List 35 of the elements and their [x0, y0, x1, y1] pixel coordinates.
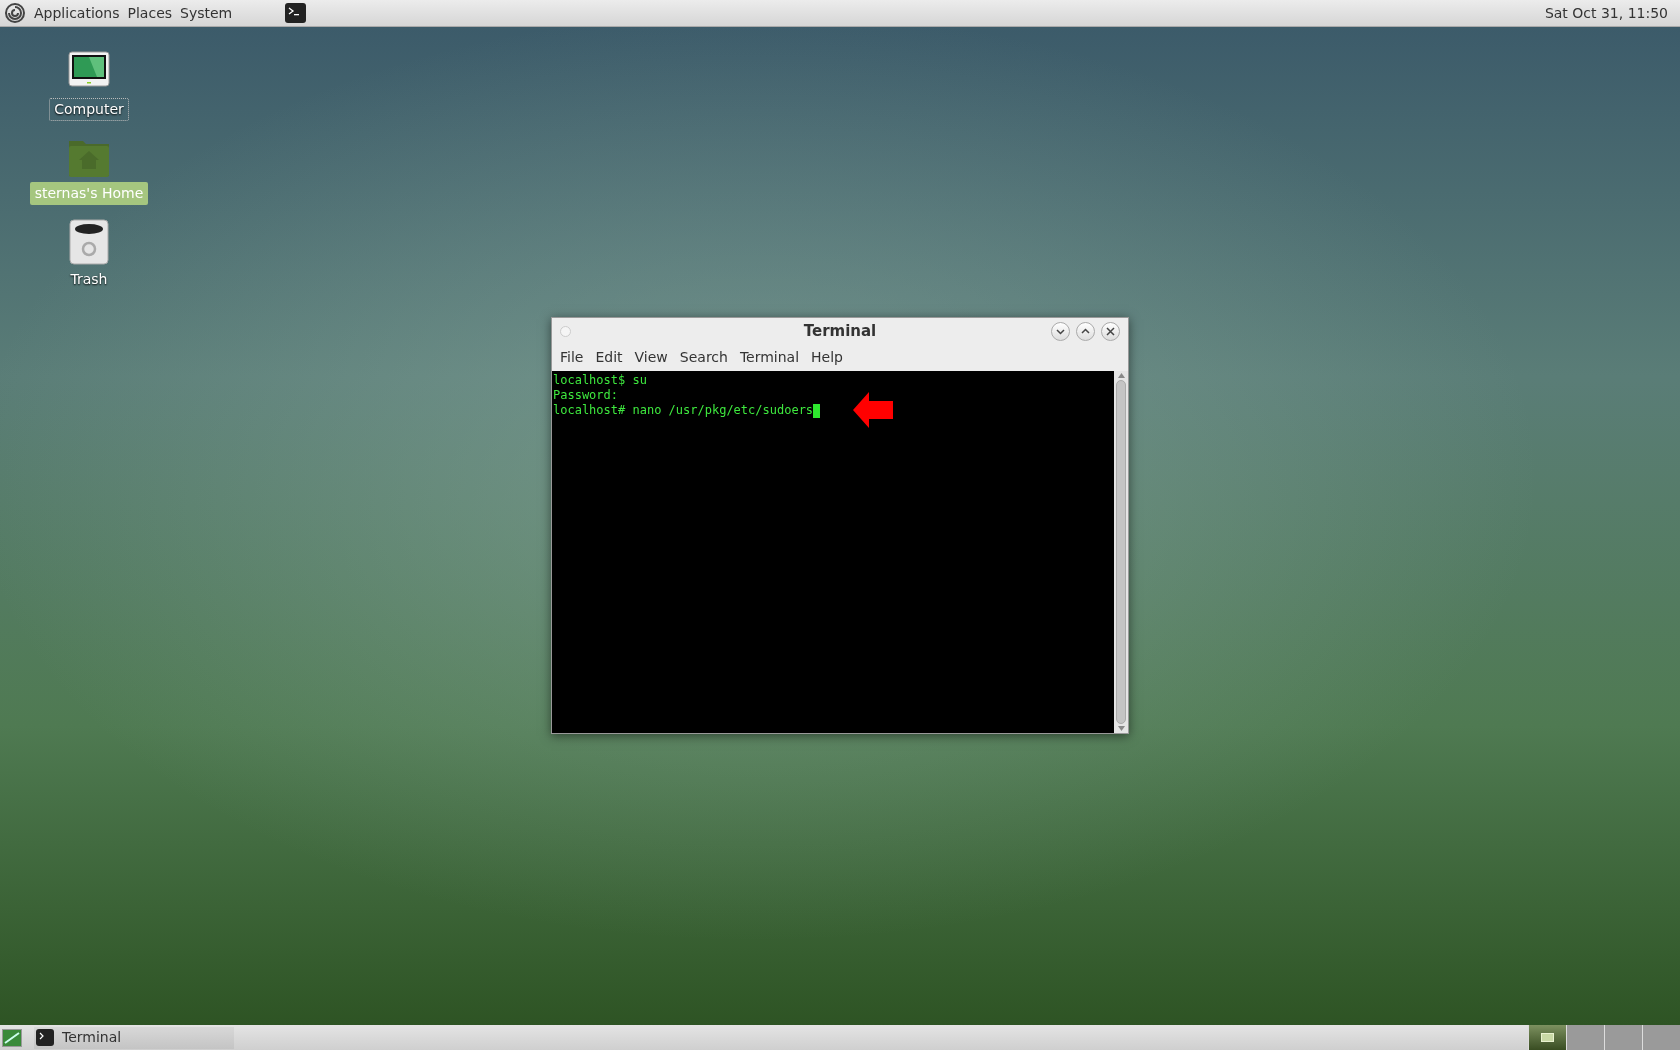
taskbar-button[interactable]: Terminal [34, 1026, 234, 1049]
clock[interactable]: Sat Oct 31, 11:50 [1544, 2, 1676, 24]
workspace-button[interactable] [1528, 1025, 1566, 1050]
window-thumbnail-icon [1541, 1033, 1554, 1042]
maximize-button[interactable] [1076, 321, 1095, 341]
terminal-line: localhost# nano /usr/pkg/etc/sudoers [553, 403, 814, 418]
scrollbar[interactable] [1114, 371, 1128, 733]
menu-item[interactable]: Search [673, 347, 734, 368]
annotation-arrow-icon [853, 392, 893, 428]
close-button[interactable] [1101, 321, 1120, 341]
panel-menu[interactable]: Applications [34, 2, 120, 24]
chevron-up-icon [1081, 326, 1090, 336]
terminal-icon [36, 1029, 54, 1046]
menu-item[interactable]: View [628, 347, 674, 368]
desktop-icon-label[interactable]: Trash [65, 268, 113, 291]
trash-icon [67, 219, 111, 265]
text-cursor [813, 403, 821, 418]
menu-item[interactable]: File [554, 347, 590, 368]
scrollbar-thumb[interactable] [1116, 380, 1126, 724]
minimize-button[interactable] [1051, 321, 1070, 341]
terminal-line: localhost$ su [553, 373, 647, 388]
menu-item[interactable]: Edit [589, 347, 629, 368]
panel-menu[interactable]: Places [127, 2, 173, 24]
close-icon [1106, 326, 1115, 336]
scroll-down-icon[interactable] [1117, 726, 1125, 731]
show-desktop-icon[interactable] [2, 1028, 22, 1047]
terminal-line: Password: [553, 388, 619, 403]
spiral-logo-icon[interactable] [4, 2, 26, 24]
menu-item[interactable]: Terminal [733, 347, 806, 368]
scroll-up-icon[interactable] [1117, 373, 1125, 378]
menu-item[interactable]: Help [805, 347, 849, 368]
panel-menu[interactable]: System [180, 2, 233, 24]
window-title: Terminal [803, 320, 877, 342]
terminal-launcher-icon[interactable] [285, 3, 307, 23]
chevron-down-icon [1056, 326, 1065, 336]
